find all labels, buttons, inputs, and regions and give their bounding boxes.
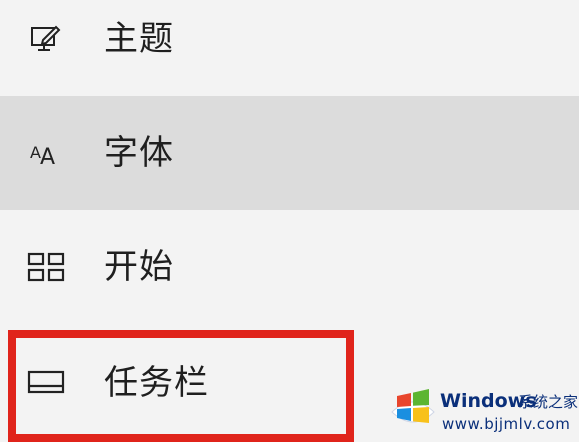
- settings-nav-list: 主题 A A 字体 开始 任务栏: [0, 0, 579, 442]
- nav-item-label: 任务栏: [104, 363, 209, 403]
- start-grid-icon: [26, 247, 66, 287]
- watermark-url: www.bjjmlv.com: [442, 415, 571, 433]
- theme-pen-monitor-icon: [26, 19, 66, 59]
- nav-item-label: 主题: [104, 19, 174, 59]
- watermark-brand-cn: 系统之家: [518, 393, 579, 411]
- nav-item-font[interactable]: A A 字体: [0, 96, 579, 210]
- nav-item-label: 开始: [104, 247, 174, 287]
- taskbar-icon: [26, 363, 66, 403]
- windows-logo-icon: [388, 382, 438, 432]
- nav-item-theme[interactable]: 主题: [0, 0, 579, 96]
- watermark: Windows 系统之家 www.bjjmlv.com: [380, 382, 579, 442]
- font-aa-icon: A A: [26, 133, 66, 173]
- svg-text:A: A: [40, 145, 55, 170]
- nav-item-start[interactable]: 开始: [0, 210, 579, 324]
- nav-item-label: 字体: [104, 133, 174, 173]
